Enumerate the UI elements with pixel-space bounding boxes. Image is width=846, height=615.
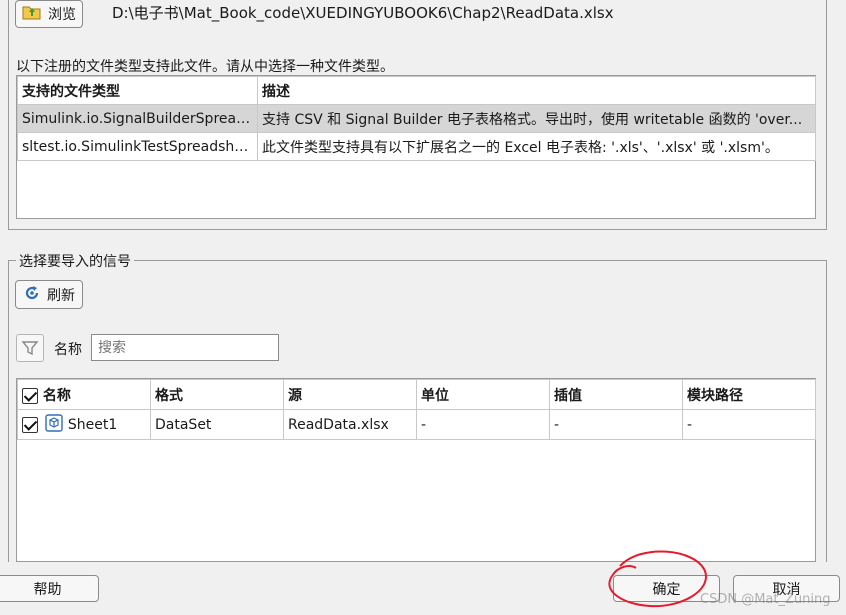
col-header-description: 描述 bbox=[257, 76, 816, 105]
col-header-filetype: 支持的文件类型 bbox=[17, 76, 258, 105]
signal-interpolation-cell[interactable]: - bbox=[549, 409, 683, 440]
signal-row[interactable]: Sheet1 DataSet ReadData.xlsx - - - bbox=[17, 409, 816, 440]
help-button[interactable]: 帮助 bbox=[0, 575, 99, 602]
dataset-icon bbox=[45, 413, 64, 436]
filter-label: 名称 bbox=[54, 342, 82, 358]
signal-unit-cell[interactable]: - bbox=[416, 409, 550, 440]
signal-format-cell[interactable]: DataSet bbox=[150, 409, 284, 440]
col-header-source[interactable]: 源 bbox=[283, 379, 417, 410]
signal-checkbox[interactable] bbox=[22, 416, 38, 433]
signals-table-container: 名称 格式 源 单位 插值 模块路径 Sheet1 DataSet ReadDa… bbox=[16, 378, 816, 562]
filetype-header-row: 支持的文件类型 描述 bbox=[17, 76, 816, 105]
col-header-name[interactable]: 名称 bbox=[17, 379, 151, 410]
select-all-checkbox[interactable] bbox=[22, 387, 38, 404]
refresh-button[interactable]: 刷新 bbox=[15, 280, 83, 309]
filetype-table-container: 支持的文件类型 描述 Simulink.io.SignalBuilderSpre… bbox=[16, 75, 816, 219]
col-header-format[interactable]: 格式 bbox=[150, 379, 284, 410]
signals-table: 名称 格式 源 单位 插值 模块路径 Sheet1 DataSet ReadDa… bbox=[17, 379, 816, 440]
filetype-row[interactable]: sltest.io.SimulinkTestSpreadsheet 此文件类型支… bbox=[17, 132, 816, 161]
watermark: CSDN @Mat_Zuning bbox=[700, 592, 831, 607]
signal-source-cell[interactable]: ReadData.xlsx bbox=[283, 409, 417, 440]
col-header-name-label: 名称 bbox=[42, 387, 71, 404]
refresh-label: 刷新 bbox=[47, 287, 75, 304]
col-header-interpolation[interactable]: 插值 bbox=[549, 379, 683, 410]
description-cell[interactable]: 支持 CSV 和 Signal Builder 电子表格格式。导出时，使用 wr… bbox=[257, 104, 816, 133]
filetype-row[interactable]: Simulink.io.SignalBuilderSpreads... 支持 C… bbox=[17, 104, 816, 133]
signals-header-row: 名称 格式 源 单位 插值 模块路径 bbox=[17, 379, 816, 410]
filetype-cell[interactable]: Simulink.io.SignalBuilderSpreads... bbox=[17, 104, 258, 133]
signal-name-cell[interactable]: Sheet1 bbox=[17, 409, 151, 440]
signal-block-path-cell[interactable]: - bbox=[682, 409, 816, 440]
filetype-cell[interactable]: sltest.io.SimulinkTestSpreadsheet bbox=[17, 132, 258, 161]
description-cell[interactable]: 此文件类型支持具有以下扩展名之一的 Excel 电子表格: '.xls'、'.x… bbox=[257, 132, 816, 161]
filter-icon[interactable] bbox=[16, 334, 44, 362]
col-header-unit[interactable]: 单位 bbox=[416, 379, 550, 410]
col-header-block-path[interactable]: 模块路径 bbox=[682, 379, 816, 410]
refresh-icon bbox=[23, 284, 41, 306]
filetype-hint: 以下注册的文件类型支持此文件。请从中选择一种文件类型。 bbox=[16, 59, 394, 75]
search-input[interactable] bbox=[91, 334, 279, 361]
filetype-table: 支持的文件类型 描述 Simulink.io.SignalBuilderSpre… bbox=[17, 76, 816, 161]
signal-name: Sheet1 bbox=[67, 416, 118, 433]
signals-group-title: 选择要导入的信号 bbox=[16, 251, 134, 271]
